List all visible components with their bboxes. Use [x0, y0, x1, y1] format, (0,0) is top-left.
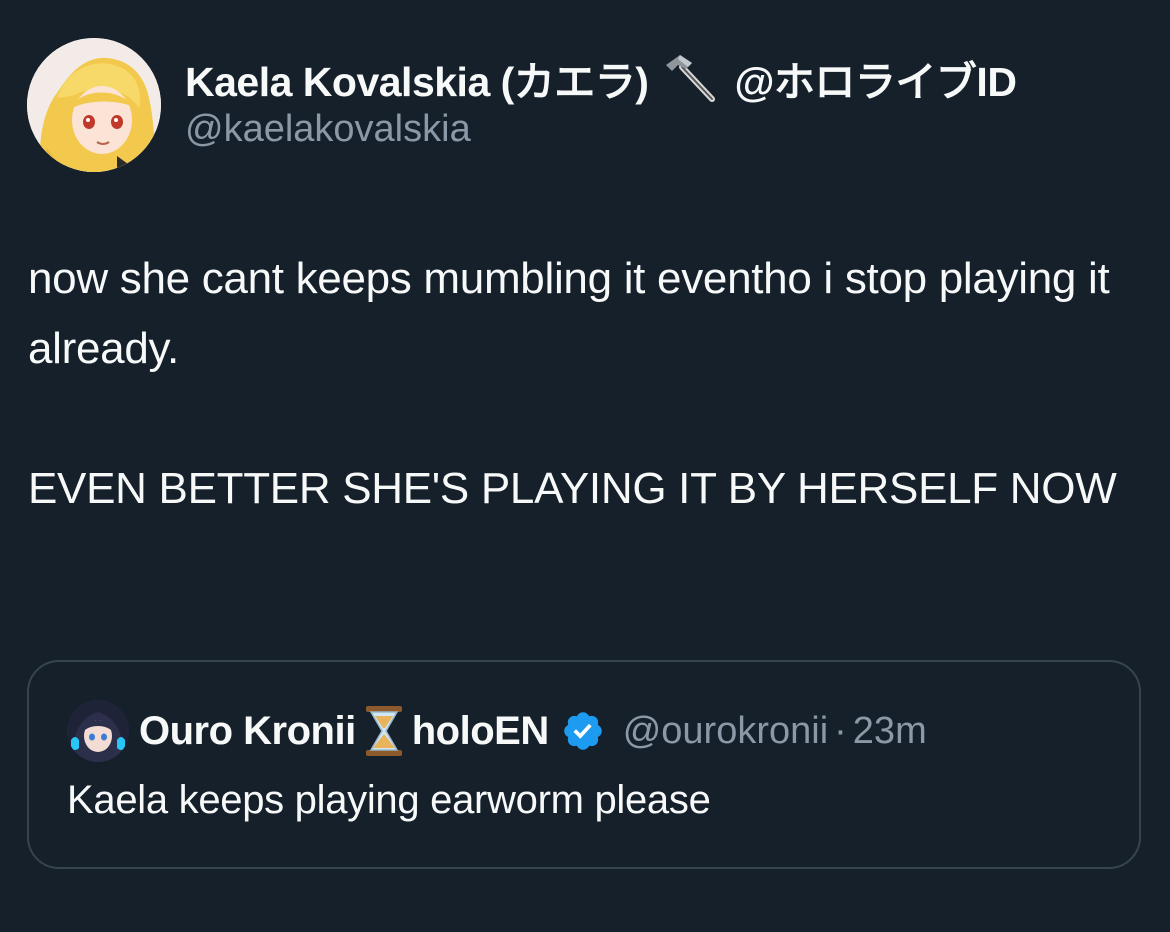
author-name-prefix: Kaela Kovalskia (カエラ): [185, 59, 649, 105]
quoted-author-org[interactable]: holoEN: [412, 709, 549, 754]
quoted-tweet-card[interactable]: Ouro Kronii holoEN @ourokronii · 23m Kae…: [27, 660, 1141, 869]
quoted-tweet-text: Kaela keeps playing earworm please: [67, 778, 711, 822]
author-handle[interactable]: @kaelakovalskia: [185, 108, 471, 151]
quoted-avatar-image: [67, 700, 129, 762]
quoted-author-name[interactable]: Ouro Kronii: [139, 709, 356, 754]
quoted-timestamp[interactable]: 23m: [853, 710, 927, 753]
hammer-icon: [662, 53, 720, 103]
tweet-text: now she cant keeps mumbling it eventho i…: [28, 244, 1138, 524]
tweet: Kaela Kovalskia (カエラ) @ホロライブID @kaelakov…: [0, 0, 1170, 932]
quoted-author-avatar[interactable]: [67, 700, 129, 762]
author-avatar[interactable]: [27, 38, 161, 172]
hourglass-icon: [362, 704, 406, 758]
author-name-suffix: @ホロライブID: [734, 59, 1017, 105]
quoted-tweet-header: Ouro Kronii holoEN @ourokronii · 23m: [139, 702, 927, 760]
avatar-image: [27, 38, 161, 172]
separator-dot: ·: [834, 709, 847, 752]
tweet-text-line-2: EVEN BETTER SHE'S PLAYING IT BY HERSELF …: [28, 464, 1117, 513]
verified-badge-icon: [561, 709, 605, 753]
quoted-author-handle[interactable]: @ourokronii: [623, 710, 828, 753]
author-name[interactable]: Kaela Kovalskia (カエラ) @ホロライブID: [185, 50, 1017, 106]
tweet-text-line-1: now she cant keeps mumbling it eventho i…: [28, 254, 1110, 373]
